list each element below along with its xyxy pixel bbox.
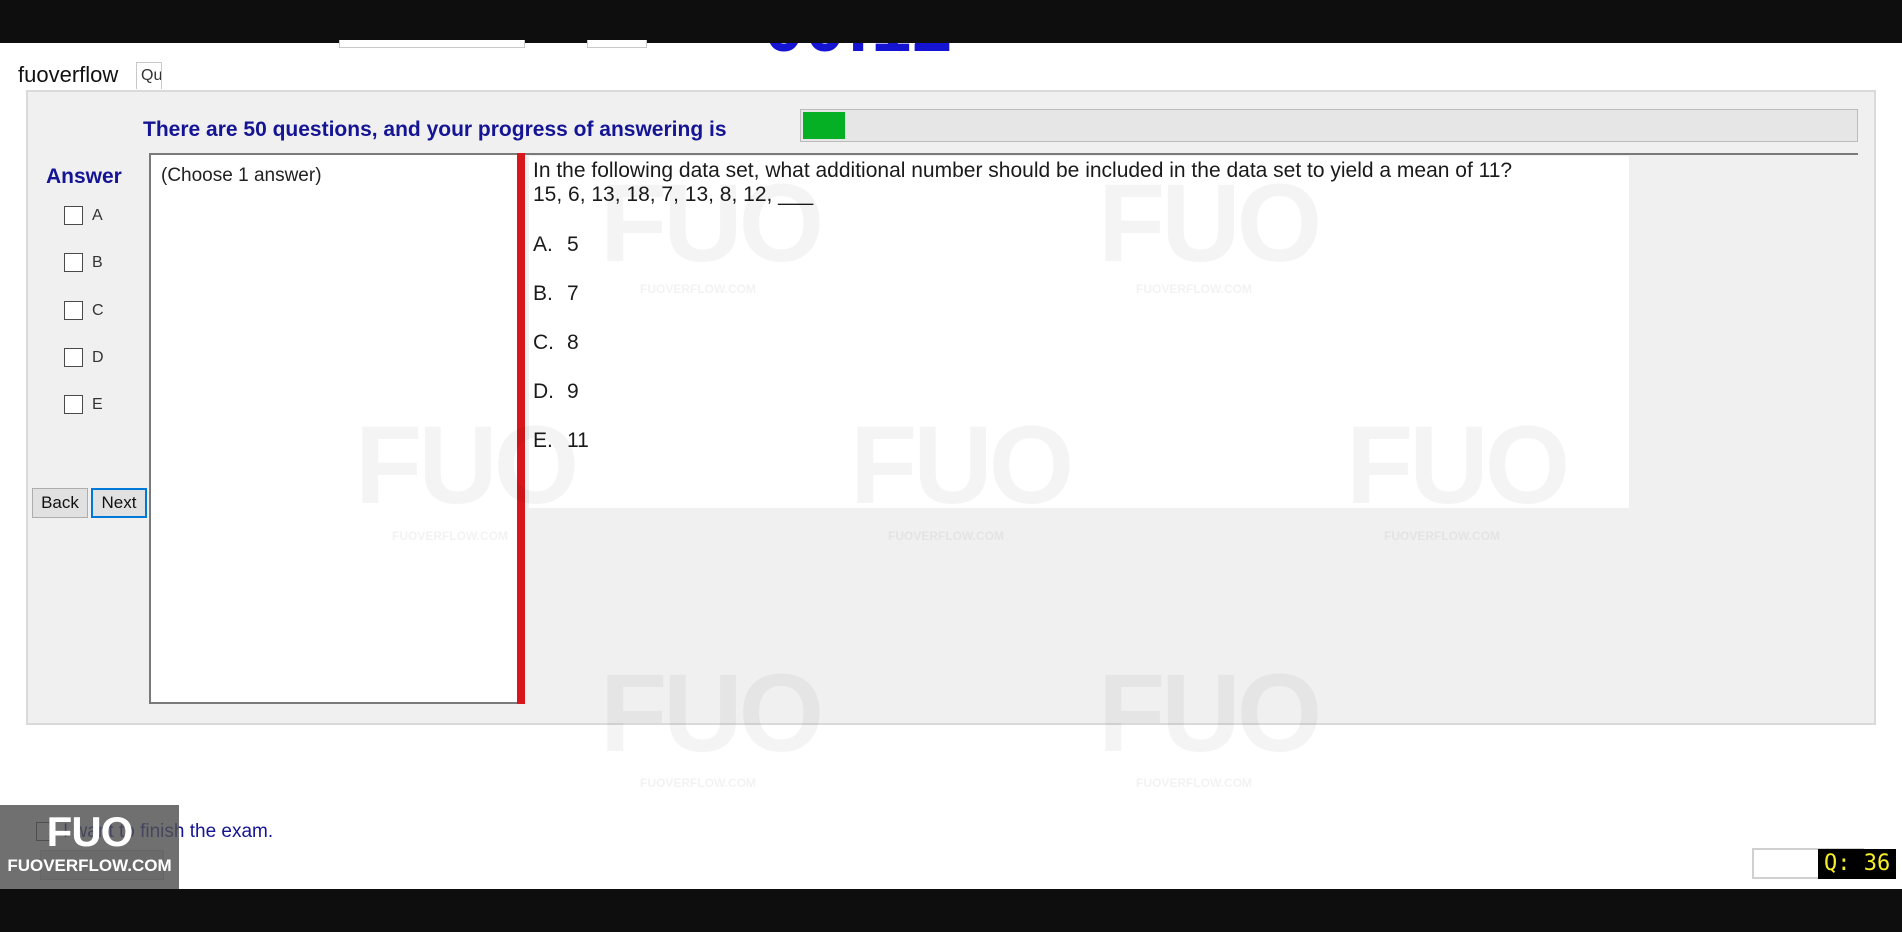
top-letterbox-bar: [0, 0, 1902, 43]
checkbox[interactable]: [64, 348, 83, 367]
progress-text: There are 50 questions, and your progres…: [143, 118, 727, 141]
question-data-set: 15, 6, 13, 18, 7, 13, 8, 12, ___: [533, 183, 814, 206]
checkbox[interactable]: [64, 395, 83, 414]
answer-option-c[interactable]: C: [64, 301, 104, 325]
answer-option-a[interactable]: A: [64, 206, 103, 230]
header-field-fragment: [339, 40, 525, 48]
checkbox[interactable]: [64, 301, 83, 320]
answer-title: Answer: [46, 165, 122, 188]
choice-b: B. 7: [533, 282, 579, 305]
answer-instruction: (Choose 1 answer): [161, 165, 322, 186]
tab-questions[interactable]: Questions: [136, 62, 162, 89]
watermark-site: FUOVERFLOW.COM: [640, 776, 756, 790]
exam-timer: 00:12: [764, 43, 994, 63]
logo-site: FUOVERFLOW.COM: [7, 856, 172, 875]
choice-d: D. 9: [533, 380, 579, 403]
next-button[interactable]: Next: [91, 488, 147, 518]
checkbox[interactable]: [64, 253, 83, 272]
logo-mark: FUO: [46, 808, 134, 855]
choice-e: E. 11: [533, 429, 589, 452]
answer-option-e[interactable]: E: [64, 395, 103, 419]
answer-list-box[interactable]: (Choose 1 answer): [149, 153, 517, 704]
checkbox[interactable]: [64, 206, 83, 225]
question-counter: Q: 36: [1818, 849, 1897, 879]
question-box: In the following data set, what addition…: [529, 156, 1629, 508]
progress-bar: [800, 109, 1858, 142]
choice-c: C. 8: [533, 331, 579, 354]
fuoverflow-logo: FUO FUOVERFLOW.COM: [0, 805, 179, 889]
answer-option-d[interactable]: D: [64, 348, 104, 372]
watermark-site: FUOVERFLOW.COM: [1136, 776, 1252, 790]
bottom-letterbox-bar: [0, 889, 1902, 932]
brand-label: fuoverflow: [10, 60, 127, 90]
choice-a: A. 5: [533, 233, 579, 256]
answer-option-b[interactable]: B: [64, 253, 103, 277]
panel-splitter[interactable]: [517, 153, 525, 704]
header-field-fragment: [587, 40, 647, 48]
back-button[interactable]: Back: [32, 488, 88, 518]
progress-fill: [803, 112, 845, 139]
question-text: In the following data set, what addition…: [533, 159, 1513, 182]
